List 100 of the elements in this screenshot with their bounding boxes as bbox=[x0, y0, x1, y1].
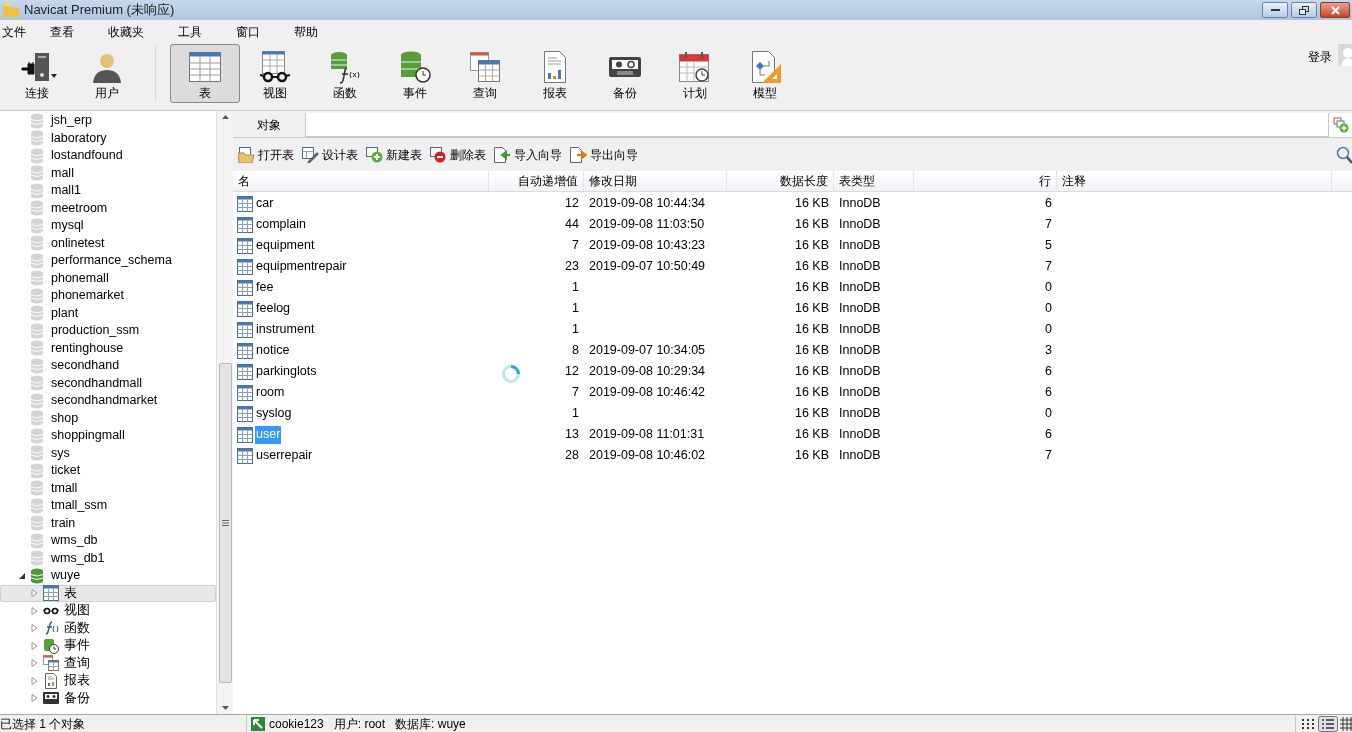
scroll-down-icon[interactable] bbox=[221, 706, 229, 710]
toolbar-button[interactable]: 计划 bbox=[660, 44, 730, 103]
database-item[interactable]: wms_db bbox=[51, 531, 98, 551]
tree-item[interactable]: 备份 bbox=[0, 689, 216, 707]
toolbar-button[interactable]: 备份 bbox=[590, 44, 660, 103]
toolbar-button[interactable]: 连接 bbox=[7, 44, 67, 103]
database-item[interactable]: rentinghouse bbox=[51, 338, 124, 358]
database-item[interactable]: secondhandmall bbox=[51, 373, 143, 393]
toolbar-action[interactable]: 删除表 bbox=[430, 145, 486, 164]
dropdown-caret-icon[interactable] bbox=[51, 74, 57, 78]
database-item[interactable]: secondhand bbox=[51, 356, 120, 376]
search-icon[interactable] bbox=[1336, 145, 1352, 164]
toolbar-button[interactable]: 用户 bbox=[77, 44, 137, 103]
column-header[interactable]: 行 bbox=[914, 171, 1057, 191]
database-item[interactable]: tmall bbox=[51, 478, 78, 498]
toolbar-button[interactable]: 函数 bbox=[310, 44, 380, 103]
column-header[interactable]: 表类型 bbox=[834, 171, 914, 191]
add-object-icon[interactable] bbox=[1332, 117, 1349, 133]
database-item[interactable]: shoppingmall bbox=[51, 426, 125, 446]
database-clock-icon bbox=[398, 50, 432, 84]
table-name-cell[interactable]: complain bbox=[255, 215, 308, 234]
database-item[interactable]: train bbox=[51, 513, 76, 533]
database-item[interactable]: wms_db1 bbox=[51, 548, 105, 568]
window-title: Navicat Premium (未响应) bbox=[24, 1, 175, 20]
table-cell-text: 8 bbox=[572, 342, 579, 360]
toolbar-button[interactable]: 查询 bbox=[450, 44, 520, 103]
toolbar-button[interactable]: 表 bbox=[170, 44, 240, 103]
database-item[interactable]: meetroom bbox=[51, 198, 108, 218]
database-icon bbox=[30, 235, 44, 252]
database-item[interactable]: secondhandmarket bbox=[51, 391, 158, 411]
database-item[interactable]: jsh_erp bbox=[51, 111, 92, 131]
menu-item[interactable]: 收藏夹 bbox=[108, 23, 144, 41]
column-header[interactable]: 注释 bbox=[1057, 171, 1332, 191]
table-name-cell[interactable]: userrepair bbox=[255, 446, 314, 465]
close-button[interactable] bbox=[1320, 2, 1350, 18]
login-link[interactable]: 登录 bbox=[1308, 48, 1332, 66]
database-item[interactable]: onlinetest bbox=[51, 233, 105, 253]
detail-view-icon[interactable] bbox=[1340, 716, 1352, 731]
table-name-cell[interactable]: feelog bbox=[255, 299, 292, 318]
table-name-cell[interactable]: car bbox=[255, 194, 275, 213]
restore-button[interactable] bbox=[1291, 2, 1317, 18]
expanded-arrow-icon[interactable] bbox=[18, 571, 26, 580]
column-header[interactable]: 自动递增值 bbox=[489, 171, 584, 191]
scroll-up-icon[interactable] bbox=[221, 115, 229, 119]
menu-item[interactable]: 帮助 bbox=[294, 23, 318, 41]
database-item[interactable]: mall1 bbox=[51, 181, 81, 201]
tree-item[interactable]: 函数 bbox=[0, 619, 216, 637]
database-item[interactable]: mall bbox=[51, 163, 74, 183]
toolbar-action[interactable]: 打开表 bbox=[238, 145, 294, 164]
column-header[interactable]: 修改日期 bbox=[584, 171, 727, 191]
database-item[interactable]: laboratory bbox=[51, 128, 107, 148]
database-item[interactable]: sys bbox=[51, 443, 70, 463]
database-item[interactable]: wuye bbox=[51, 566, 81, 586]
list-view-icon[interactable] bbox=[1318, 715, 1338, 732]
minimize-button[interactable] bbox=[1262, 2, 1288, 18]
table-cell-text: 16 KB bbox=[794, 300, 829, 318]
database-item[interactable]: mysql bbox=[51, 216, 84, 236]
menu-item[interactable]: 查看 bbox=[50, 23, 74, 41]
toolbar-button[interactable]: 模型 bbox=[730, 44, 800, 103]
table-name-cell[interactable]: room bbox=[255, 383, 286, 402]
grid-view-icon[interactable] bbox=[1300, 716, 1316, 731]
menu-item[interactable]: 窗口 bbox=[236, 23, 260, 41]
database-item[interactable]: phonemarket bbox=[51, 286, 124, 306]
column-header[interactable]: 名 bbox=[233, 171, 489, 191]
table-name-cell[interactable]: fee bbox=[255, 278, 275, 297]
column-header[interactable]: 数据长度 bbox=[727, 171, 834, 191]
tree-item[interactable]: 视图 bbox=[0, 602, 216, 620]
menu-item[interactable]: 文件 bbox=[2, 23, 26, 41]
table-cell-text: 7 bbox=[1045, 258, 1052, 276]
tree-item[interactable]: 报表 bbox=[0, 672, 216, 690]
database-item[interactable]: shop bbox=[51, 408, 79, 428]
scrollbar[interactable] bbox=[216, 111, 233, 714]
stacked-tables-icon bbox=[468, 50, 502, 84]
toolbar-action[interactable]: 设计表 bbox=[302, 145, 358, 164]
tree-item[interactable]: 查询 bbox=[0, 654, 216, 672]
table-name-cell[interactable]: parkinglots bbox=[255, 362, 318, 381]
table-name-cell[interactable]: notice bbox=[255, 341, 291, 360]
grip-icon bbox=[221, 519, 229, 526]
table-name-cell[interactable]: equipment bbox=[255, 236, 316, 255]
table-name-cell[interactable]: equipmentrepair bbox=[255, 257, 348, 276]
toolbar-button[interactable]: 报表 bbox=[520, 44, 590, 103]
database-item[interactable]: phonemall bbox=[51, 268, 109, 288]
tree-item[interactable]: 事件 bbox=[0, 637, 216, 655]
toolbar-action[interactable]: 导入向导 bbox=[494, 145, 562, 164]
database-item[interactable]: tmall_ssm bbox=[51, 496, 108, 516]
database-item[interactable]: ticket bbox=[51, 461, 81, 481]
tree-item[interactable]: 表 bbox=[0, 584, 216, 602]
toolbar-button[interactable]: 事件 bbox=[380, 44, 450, 103]
table-name-cell[interactable]: instrument bbox=[255, 320, 316, 339]
toolbar-action[interactable]: 导出向导 bbox=[570, 145, 638, 164]
table-name-cell[interactable]: syslog bbox=[255, 404, 293, 423]
scrollbar-thumb[interactable] bbox=[218, 362, 232, 683]
database-item[interactable]: plant bbox=[51, 303, 79, 323]
database-item[interactable]: production_ssm bbox=[51, 321, 140, 341]
toolbar-action[interactable]: 新建表 bbox=[366, 145, 422, 164]
toolbar-button[interactable]: 视图 bbox=[240, 44, 310, 103]
table-cell-text: 2019-09-08 10:44:34 bbox=[589, 195, 706, 213]
database-item[interactable]: lostandfound bbox=[51, 146, 123, 166]
database-item[interactable]: performance_schema bbox=[51, 251, 172, 271]
menu-item[interactable]: 工具 bbox=[178, 23, 202, 41]
